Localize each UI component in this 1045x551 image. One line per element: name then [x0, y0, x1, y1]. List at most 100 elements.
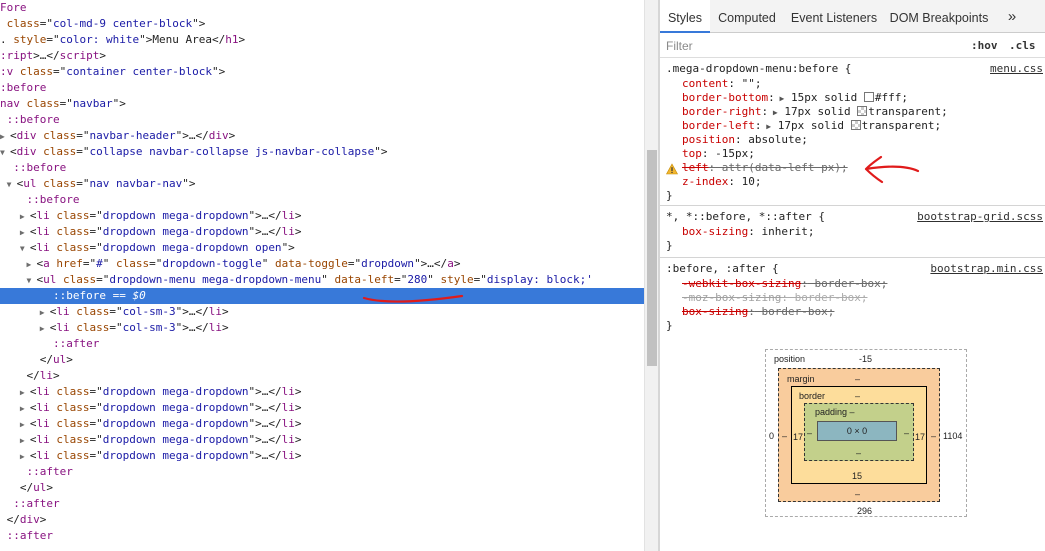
expand-triangle-icon[interactable]: ▶: [761, 122, 771, 131]
decl-left-invalid[interactable]: left: attr(data-left px);: [682, 161, 848, 175]
dom-node-line[interactable]: ▶ <li class="dropdown mega-dropdown">…</l…: [0, 224, 644, 240]
dom-node-line[interactable]: :v class="container center-block">: [0, 64, 644, 80]
dom-node-line[interactable]: nav class="navbar">: [0, 96, 644, 112]
collapse-triangle-icon[interactable]: ▼: [0, 145, 10, 161]
dom-node-line[interactable]: </li>: [0, 368, 644, 384]
dom-node-line[interactable]: ::before: [0, 192, 644, 208]
property-value[interactable]: 17px solid: [778, 105, 857, 118]
dom-node-line[interactable]: ▼ <ul class="nav navbar-nav">: [0, 176, 644, 192]
property-value[interactable]: 17px solid: [771, 119, 850, 132]
rule-source-link[interactable]: menu.css: [990, 62, 1043, 76]
dom-node-line[interactable]: </ul>: [0, 480, 644, 496]
rule-selector[interactable]: .mega-dropdown-menu:before {: [666, 62, 851, 76]
property-name[interactable]: content: [682, 77, 728, 90]
dom-node-line[interactable]: ::after: [0, 528, 644, 544]
decl-position[interactable]: position: absolute;: [682, 133, 808, 147]
property-value[interactable]: "";: [735, 77, 762, 90]
expand-triangle-icon[interactable]: ▶: [27, 257, 37, 273]
expand-triangle-icon[interactable]: ▶: [20, 417, 30, 433]
position-left-value[interactable]: 0: [769, 431, 774, 441]
position-bottom-value[interactable]: 296: [857, 506, 872, 516]
dom-node-line[interactable]: ▼ <li class="dropdown mega-dropdown open"…: [0, 240, 644, 256]
property-name[interactable]: -webkit-box-sizing: [682, 277, 801, 290]
property-value[interactable]: -15px;: [709, 147, 755, 160]
dom-node-line[interactable]: ▼ <div class="collapse navbar-collapse js…: [0, 144, 644, 160]
dom-node-line[interactable]: Fore: [0, 0, 644, 16]
dom-node-line[interactable]: ::before: [0, 112, 644, 128]
decl-top[interactable]: top: -15px;: [682, 147, 755, 161]
border-right-value[interactable]: 17: [915, 432, 925, 442]
property-name[interactable]: z-index: [682, 175, 728, 188]
expand-triangle-icon[interactable]: ▶: [20, 401, 30, 417]
tab-dom-breakpoints[interactable]: DOM Breakpoints: [886, 0, 992, 33]
position-right-value[interactable]: 1104: [943, 431, 962, 441]
property-value[interactable]: inherit;: [755, 225, 814, 238]
border-left-value[interactable]: 17: [793, 432, 803, 442]
margin-top-value[interactable]: –: [855, 374, 860, 384]
property-value[interactable]: 15px solid: [784, 91, 863, 104]
hover-state-toggle-button[interactable]: :hov: [971, 38, 998, 54]
decl-border-right[interactable]: border-right: ▶ 17px solid transparent;: [682, 105, 948, 119]
tab-styles[interactable]: Styles: [660, 0, 710, 33]
tab-computed[interactable]: Computed: [712, 0, 782, 33]
property-name[interactable]: box-sizing: [682, 305, 748, 318]
property-value-color[interactable]: transparent;: [862, 119, 941, 132]
property-name[interactable]: border-bottom: [682, 91, 768, 104]
padding-bottom-value[interactable]: –: [856, 448, 861, 458]
dom-node-line[interactable]: </div>: [0, 512, 644, 528]
collapse-triangle-icon[interactable]: ▼: [20, 241, 30, 257]
decl-z-index[interactable]: z-index: 10;: [682, 175, 761, 189]
dom-node-line[interactable]: ▶ <li class="col-sm-3">…</li>: [0, 320, 644, 336]
box-model-padding[interactable]: padding – – – – 0 × 0: [804, 403, 914, 461]
expand-triangle-icon[interactable]: ▶: [20, 433, 30, 449]
dom-tree-scrollbar-thumb[interactable]: [647, 150, 657, 366]
warning-icon[interactable]: [666, 163, 678, 175]
border-bottom-value[interactable]: 15: [852, 471, 862, 481]
class-toggle-button[interactable]: .cls: [1009, 38, 1036, 54]
property-value[interactable]: 10;: [735, 175, 762, 188]
property-name[interactable]: left: [682, 161, 709, 174]
border-top-value[interactable]: –: [855, 391, 860, 401]
margin-right-value[interactable]: –: [931, 431, 936, 441]
margin-bottom-value[interactable]: –: [855, 489, 860, 499]
more-tabs-chevron-icon[interactable]: »: [1002, 0, 1022, 33]
property-value[interactable]: attr(data-left px);: [715, 161, 848, 174]
property-value[interactable]: absolute;: [742, 133, 808, 146]
property-value-color[interactable]: #fff;: [875, 91, 908, 104]
property-name[interactable]: position: [682, 133, 735, 146]
dom-node-line[interactable]: ▶ <li class="dropdown mega-dropdown">…</l…: [0, 208, 644, 224]
decl-content[interactable]: content: "";: [682, 77, 761, 91]
dom-node-line[interactable]: ▶ <li class="dropdown mega-dropdown">…</l…: [0, 416, 644, 432]
decl-border-left[interactable]: border-left: ▶ 17px solid transparent;: [682, 119, 941, 133]
margin-left-value[interactable]: –: [782, 431, 787, 441]
tab-event-listeners[interactable]: Event Listeners: [786, 0, 882, 33]
collapse-triangle-icon[interactable]: ▼: [27, 273, 37, 289]
property-value[interactable]: border-box;: [808, 277, 887, 290]
dom-node-line[interactable]: ▶ <li class="dropdown mega-dropdown">…</l…: [0, 400, 644, 416]
decl-box-sizing-overridden[interactable]: box-sizing: border-box;: [682, 305, 834, 319]
dom-tree-scrollbar[interactable]: [644, 0, 658, 551]
dom-node-line[interactable]: ▼ <ul class="dropdown-menu mega-dropdown-…: [0, 272, 644, 288]
decl-moz-box-sizing[interactable]: -moz-box-sizing: border-box;: [682, 291, 867, 305]
dom-node-line[interactable]: ▶ <li class="col-sm-3">…</li>: [0, 304, 644, 320]
decl-border-bottom[interactable]: border-bottom: ▶ 15px solid #fff;: [682, 91, 908, 105]
box-model-margin[interactable]: margin – – – – border – 15 17 17 padding…: [778, 368, 940, 502]
dom-node-line[interactable]: ▶ <li class="dropdown mega-dropdown">…</l…: [0, 384, 644, 400]
dom-node-line[interactable]: </ul>: [0, 352, 644, 368]
expand-triangle-icon[interactable]: ▶: [40, 305, 50, 321]
expand-triangle-icon[interactable]: ▶: [20, 225, 30, 241]
property-value[interactable]: border-box;: [788, 291, 868, 304]
property-value[interactable]: border-box;: [755, 305, 834, 318]
dom-node-line[interactable]: :before: [0, 80, 644, 96]
dom-node-line[interactable]: ::after: [0, 336, 644, 352]
color-swatch-icon[interactable]: [857, 106, 868, 116]
dom-node-line[interactable]: ▶ <div class="navbar-header">…</div>: [0, 128, 644, 144]
property-name[interactable]: box-sizing: [682, 225, 748, 238]
dom-node-line[interactable]: ::after: [0, 496, 644, 512]
expand-triangle-icon[interactable]: ▶: [40, 321, 50, 337]
expand-triangle-icon[interactable]: ▶: [20, 449, 30, 465]
position-top-value[interactable]: -15: [859, 354, 872, 364]
dom-node-line[interactable]: ::after: [0, 464, 644, 480]
dom-node-line[interactable]: ::before: [0, 160, 644, 176]
expand-triangle-icon[interactable]: ▶: [0, 129, 10, 145]
